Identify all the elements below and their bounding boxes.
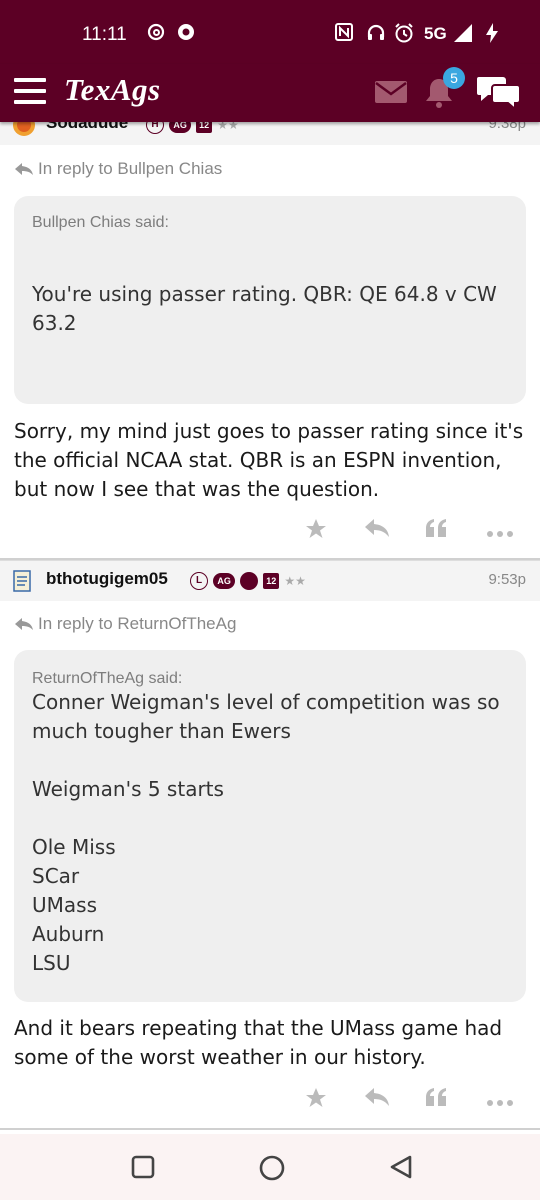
battery-charging-icon (484, 22, 500, 48)
reply-to-link[interactable]: In reply to ReturnOfTheAg (14, 614, 236, 634)
chat-icon[interactable] (476, 74, 522, 114)
quote-icon[interactable] (424, 517, 448, 543)
quote-author[interactable]: ReturnOfTheAg said: (32, 670, 508, 688)
badge-12: 12 (263, 572, 280, 589)
post-actions (300, 1086, 520, 1116)
network-type: 5G (424, 24, 447, 43)
star-icon[interactable] (304, 1086, 328, 1114)
star-rating: ★★ (284, 574, 306, 588)
more-options-icon[interactable] (486, 1092, 514, 1111)
home-button[interactable] (258, 1154, 286, 1186)
badge-ag: AG (213, 572, 236, 589)
user-avatar[interactable] (12, 122, 36, 141)
reply-arrow-icon (15, 618, 33, 630)
badge-l: L (190, 571, 208, 590)
post-actions (300, 517, 520, 547)
quote-text: You're using passer rating. QBR: QE 64.8… (32, 282, 497, 335)
seal-icon (240, 571, 259, 590)
badge-h: H (146, 122, 164, 134)
user-avatar[interactable] (12, 569, 32, 597)
chrome-icon (176, 22, 196, 46)
recents-button[interactable] (130, 1154, 156, 1184)
nfc-icon (334, 22, 354, 46)
threads-icon (146, 22, 166, 46)
headphones-icon (366, 22, 386, 46)
status-bar: 11:11 5G (0, 0, 540, 64)
post-username[interactable]: bthotugigem05 (46, 569, 168, 589)
signal-icon (452, 22, 474, 48)
post-divider (0, 1128, 540, 1130)
system-nav-bar (0, 1134, 540, 1200)
back-button[interactable] (388, 1154, 414, 1184)
thread-content[interactable]: Sodadude H AG 12 ★★ 9:38p In reply to Bu… (0, 122, 540, 1134)
post-time: 9:38p (488, 122, 526, 132)
post-header: bthotugigem05 L AG 12 ★★ 9:53p (0, 560, 540, 601)
reply-to-text: In reply to Bullpen Chias (38, 159, 223, 178)
app-header: TexAgs 5 (0, 64, 540, 122)
quote-block: ReturnOfTheAg said: Conner Weigman's lev… (14, 650, 526, 1002)
texags-logo[interactable]: TexAgs (64, 72, 161, 108)
post-body: And it bears repeating that the UMass ga… (14, 1016, 503, 1069)
quote-icon[interactable] (424, 1086, 448, 1112)
mail-icon[interactable] (374, 80, 408, 108)
reply-arrow-icon (15, 163, 33, 175)
post-header: Sodadude H AG 12 ★★ 9:38p (0, 122, 540, 145)
badge-ag: AG (169, 122, 192, 133)
star-icon[interactable] (304, 517, 328, 545)
user-badges: L AG 12 ★★ (190, 570, 306, 590)
star-rating: ★★ (217, 122, 239, 132)
reply-to-text: In reply to ReturnOfTheAg (38, 614, 237, 633)
post-username[interactable]: Sodadude (46, 122, 128, 133)
post-body: Sorry, my mind just goes to passer ratin… (14, 419, 524, 501)
quote-block: Bullpen Chias said: You're using passer … (14, 196, 526, 404)
more-options-icon[interactable] (486, 523, 514, 542)
quote-author[interactable]: Bullpen Chias said: (32, 214, 508, 232)
reply-to-link[interactable]: In reply to Bullpen Chias (14, 159, 222, 179)
menu-icon[interactable] (14, 78, 46, 104)
badge-12: 12 (196, 122, 213, 133)
user-badges: H AG 12 ★★ (146, 122, 239, 134)
status-time: 11:11 (82, 24, 127, 45)
quote-text: Conner Weigman's level of competition wa… (32, 690, 500, 975)
alarm-icon (393, 22, 415, 48)
notification-count-badge: 5 (443, 67, 465, 89)
reply-icon[interactable] (364, 1086, 390, 1112)
reply-icon[interactable] (364, 517, 390, 543)
post-time: 9:53p (488, 571, 526, 588)
